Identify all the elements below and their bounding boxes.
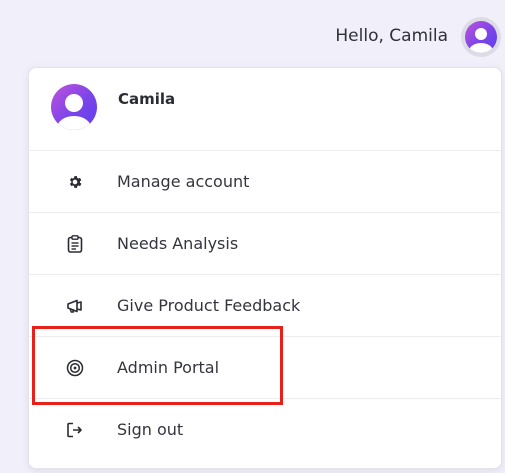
greeting-text: Hello, Camila <box>335 26 448 46</box>
avatar-body <box>57 116 91 130</box>
top-bar: Hello, Camila <box>0 0 505 76</box>
menu-item-sign-out[interactable]: Sign out <box>29 398 501 468</box>
user-avatar-icon <box>51 84 97 130</box>
target-icon <box>66 359 84 377</box>
user-avatar-icon <box>465 21 497 53</box>
sign-out-icon <box>66 421 84 439</box>
avatar-body <box>469 43 493 53</box>
menu-item-manage-account[interactable]: Manage account <box>29 150 501 213</box>
menu-item-label: Needs Analysis <box>117 234 239 253</box>
menu-item-label: Manage account <box>117 172 250 191</box>
megaphone-icon <box>66 297 84 315</box>
avatar-head <box>475 28 487 40</box>
menu-user-name: Camila <box>118 90 176 108</box>
menu-user-header: Camila <box>29 68 501 150</box>
menu-item-label: Admin Portal <box>117 358 220 377</box>
menu-item-admin-portal[interactable]: Admin Portal <box>29 336 501 399</box>
menu-item-label: Give Product Feedback <box>117 296 301 315</box>
menu-item-give-product-feedback[interactable]: Give Product Feedback <box>29 274 501 337</box>
gear-icon <box>66 173 84 191</box>
user-avatar-button[interactable] <box>461 17 501 57</box>
menu-item-needs-analysis[interactable]: Needs Analysis <box>29 212 501 275</box>
avatar-head <box>65 94 83 112</box>
menu-item-label: Sign out <box>117 420 184 439</box>
clipboard-icon <box>66 235 84 253</box>
account-dropdown-menu: Camila Manage account Needs Analysis Giv… <box>28 67 502 469</box>
menu-avatar <box>51 84 97 130</box>
